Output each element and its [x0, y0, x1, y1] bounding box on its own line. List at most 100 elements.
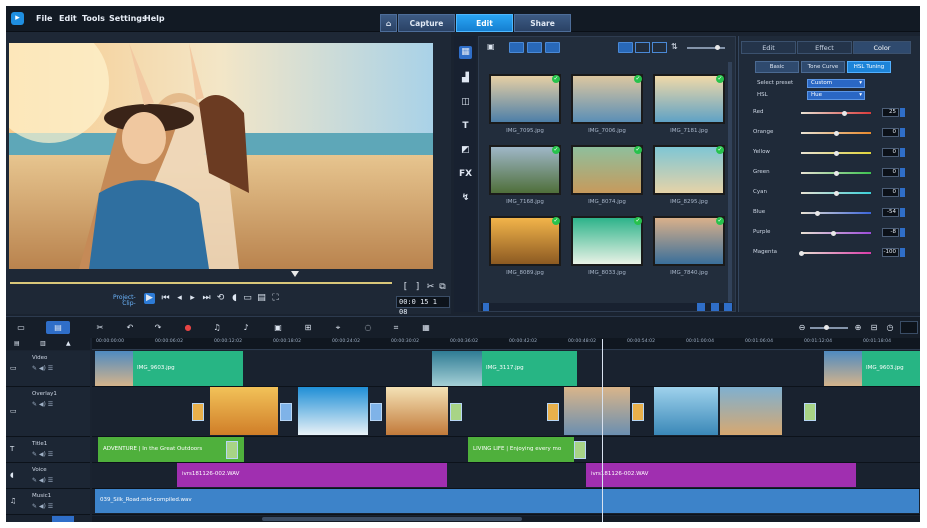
- view-thumb-button[interactable]: [618, 42, 633, 53]
- view-list-button[interactable]: [635, 42, 650, 53]
- library-thumbnail[interactable]: [653, 145, 725, 195]
- zoom-knob[interactable]: [824, 325, 829, 330]
- library-thumbnail[interactable]: [653, 216, 725, 266]
- slider-knob-magenta[interactable]: [799, 250, 804, 256]
- track-header-music1[interactable]: ♫ Music1 ✎ ◀) ☰: [6, 489, 90, 515]
- transition-marker[interactable]: [226, 441, 238, 459]
- instant-project-icon[interactable]: ▟: [459, 72, 472, 85]
- slider-value-purple[interactable]: -8: [882, 228, 899, 237]
- transition-marker[interactable]: [370, 403, 382, 421]
- spinner-icon[interactable]: [900, 228, 905, 237]
- clock-icon[interactable]: ◷: [884, 321, 896, 334]
- panel-tab-edit[interactable]: Edit: [741, 41, 796, 54]
- track-controls-icon[interactable]: ✎ ◀) ☰: [32, 503, 53, 510]
- timeline-view-icon[interactable]: ▤: [46, 321, 70, 334]
- spinner-icon[interactable]: [900, 248, 905, 257]
- slider-value-magenta[interactable]: -100: [882, 248, 899, 257]
- media-icon[interactable]: ▦: [459, 46, 472, 59]
- transition-marker[interactable]: [450, 403, 462, 421]
- spinner-icon[interactable]: [900, 168, 905, 177]
- auto-music-icon[interactable]: ♪: [240, 321, 252, 334]
- overlay-clip-1[interactable]: [210, 387, 278, 435]
- sort-icon[interactable]: ⇅: [671, 42, 678, 51]
- scrubber-handle[interactable]: [291, 271, 299, 277]
- transition-marker[interactable]: [804, 403, 816, 421]
- slider-knob-green[interactable]: [834, 170, 839, 176]
- timeline-scrollbar[interactable]: [92, 516, 920, 522]
- home-button[interactable]: ⌂: [380, 14, 397, 32]
- library-thumbnail[interactable]: [653, 74, 725, 124]
- tools-icon[interactable]: ✂: [94, 321, 106, 334]
- folder-icon[interactable]: ▣: [487, 42, 498, 53]
- subtitle-icon[interactable]: ▦: [420, 321, 432, 334]
- title-clip-2[interactable]: LIVING LIFE | Enjoying every mo: [468, 437, 574, 462]
- library-thumbnail[interactable]: [571, 145, 643, 195]
- zoom-in-icon[interactable]: ⊕: [852, 321, 864, 334]
- menu-edit[interactable]: Edit: [59, 14, 77, 23]
- expand-icon[interactable]: [483, 303, 489, 311]
- video-clip-2[interactable]: IMG_3117.jpg: [432, 351, 577, 386]
- slider-value-cyan[interactable]: 0: [882, 188, 899, 197]
- split-screen-icon[interactable]: ⊞: [302, 321, 314, 334]
- track-header-overlay1[interactable]: ▭ Overlay1 ✎ ◀) ☰: [6, 387, 90, 437]
- transition-marker[interactable]: [632, 403, 644, 421]
- filter-photo-button[interactable]: [527, 42, 542, 53]
- snapshot-icon[interactable]: ▤: [256, 293, 267, 304]
- slider-value-green[interactable]: 0: [882, 168, 899, 177]
- mark-in-icon[interactable]: [: [400, 282, 411, 293]
- tab-share[interactable]: Share: [514, 14, 571, 32]
- library-thumbnail[interactable]: [489, 216, 561, 266]
- record-icon[interactable]: ●: [182, 321, 194, 334]
- thumb-size-knob[interactable]: [715, 45, 720, 50]
- ripple-icon[interactable]: ▲: [66, 340, 71, 347]
- menu-settings[interactable]: Settings: [109, 14, 147, 23]
- overlay-clip-6[interactable]: [720, 387, 782, 435]
- mask-icon[interactable]: ◌: [362, 321, 374, 334]
- redo-icon[interactable]: ↷: [152, 321, 164, 334]
- title-icon[interactable]: T: [459, 120, 472, 133]
- filter-video-button[interactable]: [509, 42, 524, 53]
- motion-tracking-icon[interactable]: ⌖: [332, 321, 344, 334]
- overlay-clip-4[interactable]: [564, 387, 630, 435]
- transition-marker[interactable]: [280, 403, 292, 421]
- tab-capture[interactable]: Capture: [398, 14, 455, 32]
- subtab-basic[interactable]: Basic: [755, 61, 799, 73]
- overlay-clip-5[interactable]: [654, 387, 718, 435]
- library-thumbnail[interactable]: [571, 216, 643, 266]
- spinner-icon[interactable]: [900, 108, 905, 117]
- motion-icon[interactable]: ↯: [459, 192, 472, 205]
- spinner-icon[interactable]: [900, 188, 905, 197]
- view-detail-button[interactable]: [652, 42, 667, 53]
- slider-value-yellow[interactable]: 0: [882, 148, 899, 157]
- slider-value-orange[interactable]: 0: [882, 128, 899, 137]
- track-manager-icon[interactable]: ▤: [14, 340, 20, 347]
- overlay-clip-3[interactable]: [386, 387, 448, 435]
- prev-frame-icon[interactable]: ◂: [174, 293, 185, 304]
- add-track-icon[interactable]: ▥: [40, 340, 46, 347]
- next-frame-icon[interactable]: ▸: [187, 293, 198, 304]
- slider-knob-purple[interactable]: [831, 230, 837, 236]
- slider-knob-cyan[interactable]: [834, 190, 839, 196]
- timecode-display[interactable]: 00:0 15 1 08: [396, 296, 450, 316]
- preset-dropdown[interactable]: Custom ▾: [807, 79, 865, 88]
- music-clip[interactable]: 039_Silk_Road.mid-compiled.wav: [95, 489, 919, 513]
- spinner-icon[interactable]: [900, 148, 905, 157]
- spinner-icon[interactable]: [900, 128, 905, 137]
- multicam-icon[interactable]: ▣: [272, 321, 284, 334]
- zoom-slider[interactable]: [810, 327, 848, 329]
- overlay-clip-2[interactable]: [298, 387, 368, 435]
- undo-icon[interactable]: ↶: [124, 321, 136, 334]
- video-clip-1[interactable]: IMG_9603.jpg: [95, 351, 243, 386]
- voice-clip-1[interactable]: ivrs181126-002.WAV: [177, 463, 447, 487]
- sound-mixer-icon[interactable]: ♫: [211, 321, 223, 334]
- track-header-title1[interactable]: T Title1 ✎ ◀) ☰: [6, 437, 90, 463]
- panel-tab-color[interactable]: Color: [853, 41, 911, 54]
- storyboard-view-icon[interactable]: ▭: [14, 321, 28, 334]
- slider-value-red[interactable]: 25: [882, 108, 899, 117]
- timeline-ruler[interactable]: 00:00:00:00 00:00:06:02 00:00:12:02 00:00:1…: [92, 338, 920, 350]
- video-clip-3[interactable]: IMG_9603.jpg: [824, 351, 920, 386]
- hsl-dropdown[interactable]: Hue ▾: [807, 91, 865, 100]
- slider-knob-red[interactable]: [842, 110, 848, 116]
- transition-icon[interactable]: ◫: [459, 96, 472, 109]
- preview-scrubber[interactable]: [10, 280, 392, 284]
